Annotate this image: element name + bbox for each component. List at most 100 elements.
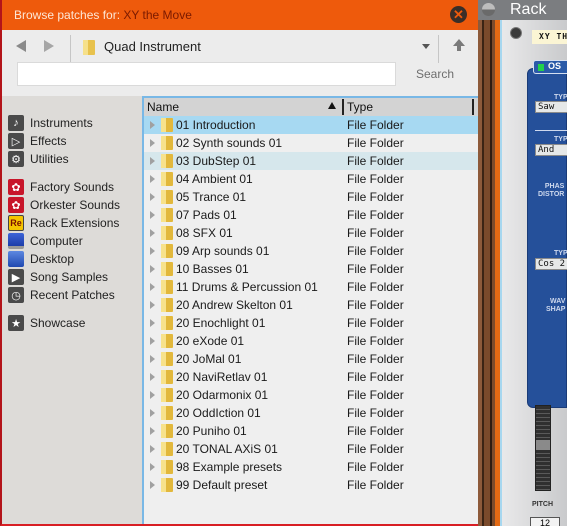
sidebar-item-utilities[interactable]: ⚙ Utilities <box>8 150 140 168</box>
folder-icon <box>160 136 174 153</box>
close-icon[interactable]: ✕ <box>450 6 467 23</box>
file-row[interactable]: 20 eXode 01 File Folder <box>144 332 480 350</box>
search-input[interactable] <box>17 62 396 86</box>
expand-arrow-icon[interactable] <box>150 373 155 381</box>
sidebar-item-effects[interactable]: ▷ Effects <box>8 132 140 150</box>
expand-arrow-icon[interactable] <box>150 247 155 255</box>
sidebar-item-computer[interactable]: Computer <box>8 232 140 250</box>
file-list: Name Type 01 Introduction File Folder 02 S… <box>142 96 480 524</box>
expand-arrow-icon[interactable] <box>150 463 155 471</box>
sidebar-item-song-samples[interactable]: ▶ Song Samples <box>8 268 140 286</box>
sort-ascending-icon[interactable] <box>328 102 336 109</box>
panel-divider <box>535 130 567 131</box>
file-row[interactable]: 02 Synth sounds 01 File Folder <box>144 134 480 152</box>
expand-arrow-icon[interactable] <box>150 121 155 129</box>
back-arrow-icon[interactable] <box>14 39 28 53</box>
file-name: 11 Drums & Percussion 01 <box>176 280 318 294</box>
device-name-strip: XY TH <box>532 30 567 44</box>
folder-icon <box>160 262 174 279</box>
file-row[interactable]: 08 SFX 01 File Folder <box>144 224 480 242</box>
locations-sidebar: ♪ Instruments ▷ Effects ⚙ Utilities ✿ Fa… <box>2 96 142 524</box>
file-row[interactable]: 99 Default preset File Folder <box>144 476 480 494</box>
file-type: File Folder <box>347 460 404 474</box>
file-row[interactable]: 20 OddIction 01 File Folder <box>144 404 480 422</box>
file-row[interactable]: 04 Ambient 01 File Folder <box>144 170 480 188</box>
type-label-3: TYP <box>554 250 567 257</box>
file-name: 04 Ambient 01 <box>176 172 253 186</box>
folder-icon <box>83 40 95 55</box>
expand-arrow-icon[interactable] <box>150 391 155 399</box>
file-name: 20 Odarmonix 01 <box>176 388 269 402</box>
dialog-titlebar[interactable]: Browse patches for: XY the Move ✕ <box>2 0 478 30</box>
pitch-range-value[interactable]: 12 <box>530 517 560 526</box>
file-row[interactable]: 03 DubStep 01 File Folder <box>144 152 480 170</box>
file-name: 20 Puniho 01 <box>176 424 247 438</box>
search-button[interactable]: Search <box>416 67 454 81</box>
file-row[interactable]: 20 NaviRetlav 01 File Folder <box>144 368 480 386</box>
sidebar-item-factory-sounds[interactable]: ✿ Factory Sounds <box>8 178 140 196</box>
oscillator-panel <box>527 68 567 408</box>
sidebar-item-rack-extensions[interactable]: Re Rack Extensions <box>8 214 140 232</box>
file-row[interactable]: 20 Odarmonix 01 File Folder <box>144 386 480 404</box>
column-header-type[interactable]: Type <box>347 100 373 114</box>
expand-arrow-icon[interactable] <box>150 175 155 183</box>
file-row[interactable]: 10 Basses 01 File Folder <box>144 260 480 278</box>
column-header-name[interactable]: Name <box>147 100 179 114</box>
file-type: File Folder <box>347 478 404 492</box>
type-select-1[interactable]: Saw <box>535 101 567 113</box>
expand-arrow-icon[interactable] <box>150 445 155 453</box>
forward-arrow-icon[interactable] <box>42 39 56 53</box>
expand-arrow-icon[interactable] <box>150 355 155 363</box>
expand-arrow-icon[interactable] <box>150 337 155 345</box>
path-dropdown-icon[interactable] <box>422 44 430 49</box>
osc-tab[interactable]: OS <box>533 60 567 74</box>
rack-collapse-icon[interactable] <box>482 3 495 16</box>
sidebar-item-showcase[interactable]: ★ Showcase <box>8 314 140 332</box>
expand-arrow-icon[interactable] <box>150 301 155 309</box>
patch-knob-icon[interactable] <box>510 27 522 39</box>
file-row[interactable]: 20 Andrew Skelton 01 File Folder <box>144 296 480 314</box>
expand-arrow-icon[interactable] <box>150 319 155 327</box>
folder-icon <box>160 298 174 315</box>
file-row[interactable]: 20 Enochlight 01 File Folder <box>144 314 480 332</box>
expand-arrow-icon[interactable] <box>150 283 155 291</box>
utilities-icon: ⚙ <box>8 151 24 167</box>
file-row[interactable]: 11 Drums & Percussion 01 File Folder <box>144 278 480 296</box>
desktop-icon <box>8 251 24 267</box>
type-select-2[interactable]: And <box>535 144 567 156</box>
file-row[interactable]: 01 Introduction File Folder <box>144 116 480 134</box>
sidebar-item-instruments[interactable]: ♪ Instruments <box>8 114 140 132</box>
expand-arrow-icon[interactable] <box>150 139 155 147</box>
osc-led-icon <box>538 64 544 71</box>
file-name: 10 Basses 01 <box>176 262 249 276</box>
file-row[interactable]: 07 Pads 01 File Folder <box>144 206 480 224</box>
expand-arrow-icon[interactable] <box>150 229 155 237</box>
expand-arrow-icon[interactable] <box>150 481 155 489</box>
file-row[interactable]: 20 Puniho 01 File Folder <box>144 422 480 440</box>
expand-arrow-icon[interactable] <box>150 211 155 219</box>
file-row[interactable]: 20 TONAL AXiS 01 File Folder <box>144 440 480 458</box>
file-row[interactable]: 09 Arp sounds 01 File Folder <box>144 242 480 260</box>
pitch-wheel[interactable] <box>535 405 551 491</box>
column-resize-handle[interactable] <box>342 99 344 115</box>
sidebar-item-recent-patches[interactable]: ◷ Recent Patches <box>8 286 140 304</box>
up-arrow-icon[interactable] <box>452 38 466 52</box>
file-name: 01 Introduction <box>176 118 256 132</box>
file-row[interactable]: 05 Trance 01 File Folder <box>144 188 480 206</box>
expand-arrow-icon[interactable] <box>150 265 155 273</box>
sidebar-item-desktop[interactable]: Desktop <box>8 250 140 268</box>
file-name: 07 Pads 01 <box>176 208 237 222</box>
expand-arrow-icon[interactable] <box>150 193 155 201</box>
sidebar-item-orkester-sounds[interactable]: ✿ Orkester Sounds <box>8 196 140 214</box>
rack-title: Rack <box>510 1 547 18</box>
file-row[interactable]: 98 Example presets File Folder <box>144 458 480 476</box>
expand-arrow-icon[interactable] <box>150 427 155 435</box>
file-name: 20 NaviRetlav 01 <box>176 370 268 384</box>
file-row[interactable]: 20 JoMal 01 File Folder <box>144 350 480 368</box>
expand-arrow-icon[interactable] <box>150 157 155 165</box>
expand-arrow-icon[interactable] <box>150 409 155 417</box>
file-type: File Folder <box>347 370 404 384</box>
type-select-3[interactable]: Cos 2 <box>535 258 567 270</box>
current-path[interactable]: Quad Instrument <box>104 39 201 54</box>
column-resize-handle[interactable] <box>472 99 474 115</box>
